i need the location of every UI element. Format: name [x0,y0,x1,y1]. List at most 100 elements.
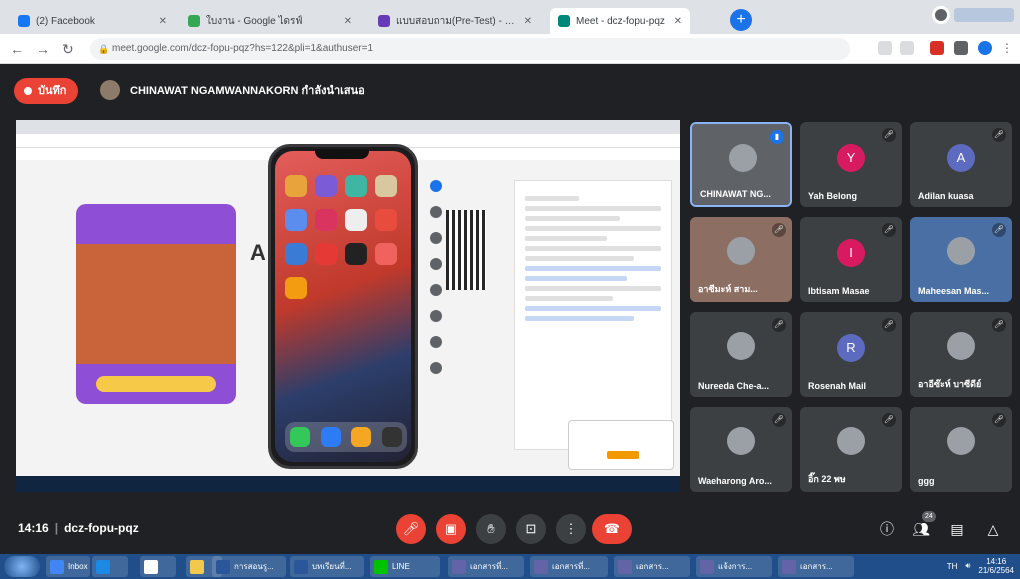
meeting-info-icon[interactable]: ⓘ [876,518,898,540]
participant-name: Ibtisam Masae [808,286,870,296]
mic-muted-icon: 🎤︎ [882,223,896,237]
participant-tile[interactable]: ▮ CHINAWAT NG... [690,122,792,207]
meet-stage: บันทึก CHINAWAT NGAMWANNAKORN กำลังนำเสน… [0,64,1020,554]
system-tray: TH 🔊︎ 14:16 21/6/2564 [947,557,1014,575]
app-icon [700,559,714,574]
participant-tile[interactable]: 🎤︎ อาซีมะห์ สาม... [690,217,792,302]
taskbar-app-label: แจ้งการ... [718,562,753,571]
taskbar-app-button[interactable]: เอกสาร... [778,556,854,577]
shared-app-button [96,376,216,392]
chat-button[interactable]: ▤ [946,518,968,540]
meeting-details[interactable]: 14:16 | dcz-fopu-pqz [18,521,139,535]
taskbar-app-button[interactable]: การสอนรู... [212,556,286,577]
participant-avatar [727,332,755,360]
mic-off-button[interactable]: 🎤︎ [396,514,426,544]
participant-tile[interactable]: R 🎤︎ Rosenah Mail [800,312,902,397]
extensions-puzzle-icon[interactable] [954,41,968,55]
taskbar-app-label: LINE [392,562,410,571]
record-button[interactable]: บันทึก [14,78,79,104]
shared-tool-icon [430,180,442,192]
taskbar-app-button[interactable]: เอกสารที่... [530,556,608,577]
participant-name: อิ๊ก 22 พษ [808,474,846,484]
taskbar-app-button[interactable]: แจ้งการ... [696,556,772,577]
presenter-avatar [100,80,120,100]
window-controls [932,6,1014,24]
shared-app-card [76,204,236,404]
url-field[interactable]: 🔒 meet.google.com/dcz-fopu-pqz?hs=122&pl… [90,38,850,60]
participant-tile[interactable]: 🎤︎ อิ๊ก 22 พษ [800,407,902,492]
profile-icon[interactable] [932,6,950,24]
people-button[interactable]: 👥︎ 24 [910,511,936,540]
language-indicator[interactable]: TH [947,562,958,571]
windows-taskbar: TH 🔊︎ 14:16 21/6/2564 Inbox - L... การสอน… [0,554,1020,579]
reload-icon[interactable]: ↻ [62,41,74,58]
activities-button[interactable]: △ [982,518,1004,540]
leave-call-button[interactable]: ☎︎ [592,514,632,544]
tab-favicon-icon [558,15,570,27]
extension-icon[interactable] [930,41,944,55]
window-buttons[interactable] [954,8,1014,22]
participant-tile[interactable]: A 🎤︎ Adilan kuasa [910,122,1012,207]
shared-tool-icon [430,232,442,244]
shared-tool-icon [430,310,442,322]
back-icon[interactable]: ← [10,41,24,57]
participant-tile[interactable]: I 🎤︎ Ibtisam Masae [800,217,902,302]
taskbar-app-label: เอกสาร... [800,562,833,571]
taskbar-app-label: เอกสารที่... [470,562,508,571]
close-tab-icon[interactable]: ✕ [674,16,682,27]
volume-icon[interactable]: 🔊︎ [965,561,970,571]
bookmark-star-icon[interactable] [900,41,914,55]
camera-off-button[interactable]: ▣ [436,514,466,544]
participant-name: Waeharong Aro... [698,476,772,486]
browser-tab[interactable]: (2) Facebook ✕ [10,8,175,34]
browser-tab[interactable]: ใบงาน - Google ไดรฟ์ ✕ [180,8,360,34]
participant-tile[interactable]: Y 🎤︎ Yah Belong [800,122,902,207]
raise-hand-button[interactable]: ✋︎ [476,514,506,544]
shared-browser-tabs [16,120,680,134]
taskbar-pinned-icon[interactable] [140,556,176,577]
taskbar-app-button[interactable]: เอกสาร... [614,556,690,577]
mic-muted-icon: 🎤︎ [882,318,896,332]
forward-icon[interactable]: → [36,41,50,57]
close-tab-icon[interactable]: ✕ [344,16,352,27]
taskbar-app-button[interactable]: LINE [370,556,440,577]
browser-tab[interactable]: แบบสอบถาม(Pre-Test) - Google ฟ... ✕ [370,8,540,34]
taskbar-app-button[interactable]: เอกสารที่... [448,556,524,577]
participant-tile[interactable]: 🎤︎ อาอีซ๊ะห์ บาซีดีย์ [910,312,1012,397]
more-options-button[interactable]: ⋮ [556,514,586,544]
clock-time: 14:16 [986,557,1007,566]
tab-title: ใบงาน - Google ไดรฟ์ [206,15,303,27]
participant-tile[interactable]: 🎤︎ Maheesan Mas... [910,217,1012,302]
participant-avatar [947,427,975,455]
close-tab-icon[interactable]: ✕ [524,16,532,27]
account-avatar-icon[interactable] [978,41,992,55]
start-button[interactable] [4,556,40,577]
participant-tile[interactable]: 🎤︎ ggg [910,407,1012,492]
shared-tool-icon [430,284,442,296]
menu-kebab-icon[interactable]: ⋮ [1000,41,1014,55]
taskbar-app-label: เอกสารที่... [552,562,590,571]
new-tab-button[interactable]: + [730,9,752,31]
clock[interactable]: 14:16 21/6/2564 [978,557,1014,575]
app-icon [216,559,230,574]
taskbar-app-button[interactable]: Inbox - L... [46,556,90,577]
participant-initial: Y [837,144,865,172]
taskbar-app-button[interactable]: บทเรียนที่... [290,556,364,577]
shared-notification [568,420,674,470]
participant-avatar [837,427,865,455]
phone-screen [275,151,411,462]
participant-tile[interactable]: 🎤︎ Nureeda Che-a... [690,312,792,397]
tab-favicon-icon [188,15,200,27]
zoom-icon[interactable] [878,41,892,55]
browser-tab[interactable]: Meet - dcz-fopu-pqz ✕ [550,8,690,34]
mic-muted-icon: 🎤︎ [992,413,1006,427]
participant-name: Maheesan Mas... [918,286,990,296]
shared-toolbar [426,180,446,374]
present-screen-button[interactable]: ⊡ [516,514,546,544]
taskbar-pinned-icon[interactable] [92,556,128,577]
phone-dock [285,422,407,452]
shared-tool-icon [430,206,442,218]
url-text: meet.google.com/dcz-fopu-pqz?hs=122&pli=… [112,43,374,54]
participant-tile[interactable]: 🎤︎ Waeharong Aro... [690,407,792,492]
close-tab-icon[interactable]: ✕ [159,16,167,27]
